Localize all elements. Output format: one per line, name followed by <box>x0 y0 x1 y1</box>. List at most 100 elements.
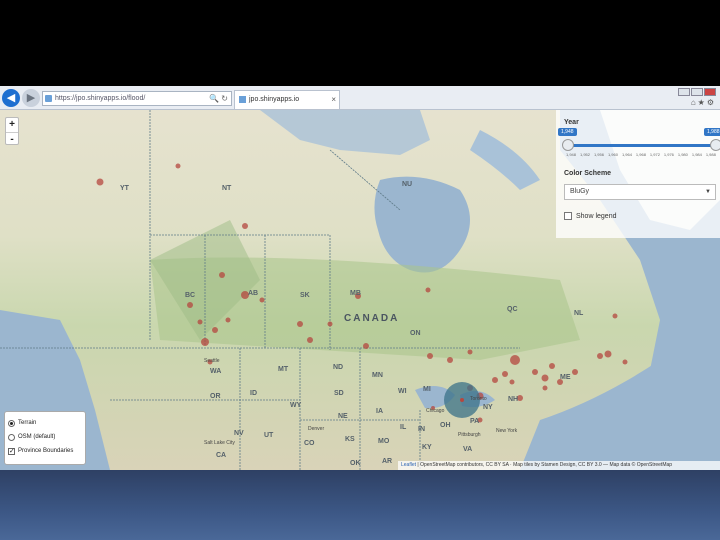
province-label: MO <box>378 438 390 445</box>
city-label: Salt Lake City <box>204 440 235 446</box>
province-label: UT <box>264 432 274 439</box>
show-legend-label: Show legend <box>576 212 617 220</box>
osm-label: OSM (default) <box>18 434 56 440</box>
control-panel: Year 1,948 1,988 1,948 1,952 1,956 1,960… <box>556 110 720 238</box>
chevron-down-icon: ▼ <box>705 189 711 195</box>
year-tick: 1,952 <box>579 152 590 157</box>
city-label: Denver <box>308 426 325 432</box>
year-slider-min-handle[interactable] <box>562 139 574 151</box>
browser-tools-icons[interactable]: ⌂★⚙ <box>691 98 716 107</box>
year-min-bubble: 1,948 <box>558 128 577 136</box>
bottom-blue-band <box>0 470 720 540</box>
zoom-control: + - <box>5 117 19 145</box>
color-scheme-select[interactable]: BluGy ▼ <box>564 184 716 200</box>
year-tick: 1,968 <box>635 152 646 157</box>
province-label: MB <box>350 290 361 297</box>
color-scheme-label: Color Scheme <box>564 170 612 177</box>
year-tick: 1,948 <box>566 152 577 157</box>
province-label: CA <box>216 452 227 459</box>
minimize-icon[interactable] <box>678 88 690 96</box>
year-tick: 1,976 <box>663 152 674 157</box>
year-max-bubble: 1,988 <box>704 128 720 136</box>
layer-option-osm[interactable]: OSM (default) <box>8 430 82 444</box>
browser-tab[interactable]: jpo.shinyapps.io × <box>234 90 340 109</box>
province-label: ON <box>410 330 421 337</box>
year-ticks: 1,948 1,952 1,956 1,960 1,964 1,968 1,97… <box>566 152 716 157</box>
close-tab-icon[interactable]: × <box>331 91 336 108</box>
tab-title: jpo.shinyapps.io <box>249 96 300 103</box>
province-label: ME <box>560 374 571 381</box>
show-legend-checkbox[interactable] <box>564 212 572 220</box>
province-label: NV <box>234 430 244 437</box>
city-label: Pittsburgh <box>458 432 481 438</box>
province-label: KS <box>345 436 355 443</box>
province-label: CO <box>304 440 315 447</box>
top-black-band <box>0 0 720 86</box>
province-label: NH <box>508 396 519 403</box>
boundaries-checkbox[interactable]: ✓ <box>8 447 15 455</box>
province-label: SK <box>300 292 310 299</box>
show-legend-row[interactable]: Show legend <box>564 212 616 220</box>
year-tick: 1,956 <box>593 152 604 157</box>
city-label: New York <box>496 428 518 434</box>
city-label: Chicago <box>426 408 445 414</box>
terrain-radio[interactable] <box>8 419 15 427</box>
year-tick: 1,960 <box>607 152 618 157</box>
province-label: IL <box>400 424 407 431</box>
window-controls <box>678 88 716 96</box>
map-view[interactable]: + - CANADA YT NT NU BC AB SK MB ON QC NL… <box>0 110 720 470</box>
province-label: NT <box>222 185 232 192</box>
province-label: WY <box>290 402 302 409</box>
leaflet-link[interactable]: Leaflet <box>401 462 416 468</box>
province-label: KY <box>422 444 432 451</box>
tab-favicon-icon <box>239 96 246 103</box>
close-window-icon[interactable] <box>704 88 716 96</box>
province-label: OK <box>350 460 361 467</box>
province-label: ID <box>250 390 257 397</box>
year-slider-fill <box>568 144 716 147</box>
layer-control: Terrain OSM (default) ✓ Province Boundar… <box>4 411 86 465</box>
province-label: QC <box>507 306 518 313</box>
layer-option-boundaries[interactable]: ✓ Province Boundaries <box>8 444 82 458</box>
year-tick: 1,964 <box>621 152 632 157</box>
province-label: OR <box>210 393 221 400</box>
province-label: SD <box>334 390 344 397</box>
year-slider[interactable] <box>562 139 720 151</box>
terrain-label: Terrain <box>18 420 37 426</box>
city-label: Seattle <box>204 358 220 364</box>
province-label: MN <box>372 372 383 379</box>
forward-arrow-icon[interactable]: ▶ <box>22 89 40 107</box>
back-arrow-icon[interactable]: ◀ <box>2 89 20 107</box>
province-label: NE <box>338 413 348 420</box>
province-label: NL <box>574 310 584 317</box>
province-label: AR <box>382 458 393 465</box>
province-label: IA <box>376 408 383 415</box>
attribution-text: | OpenStreetMap contributors, CC BY SA ·… <box>417 462 673 468</box>
zoom-in-button[interactable]: + <box>6 118 18 132</box>
year-tick: 1,984 <box>691 152 702 157</box>
province-label: MT <box>278 366 289 373</box>
boundaries-label: Province Boundaries <box>18 448 74 454</box>
osm-radio[interactable] <box>8 433 15 441</box>
country-label: CANADA <box>344 313 400 324</box>
province-label: AB <box>248 290 259 297</box>
province-label: WI <box>398 388 407 395</box>
search-refresh-icons[interactable]: 🔍 ↻ <box>209 92 228 105</box>
province-label: OH <box>440 422 451 429</box>
year-tick: 1,972 <box>649 152 660 157</box>
year-tick: 1,988 <box>705 152 716 157</box>
browser-toolbar: ◀ ▶ https://jpo.shinyapps.io/flood/ 🔍 ↻ … <box>0 86 720 110</box>
province-label: BC <box>185 292 196 299</box>
layer-option-terrain[interactable]: Terrain <box>8 416 82 430</box>
site-favicon-icon <box>45 95 52 102</box>
province-label: NU <box>402 181 413 188</box>
maximize-icon[interactable] <box>691 88 703 96</box>
map-attribution: Leaflet | OpenStreetMap contributors, CC… <box>398 461 720 470</box>
province-label: WA <box>210 368 222 375</box>
province-label: NY <box>483 404 493 411</box>
address-bar[interactable]: https://jpo.shinyapps.io/flood/ 🔍 ↻ <box>42 91 232 106</box>
province-label: MI <box>423 386 431 393</box>
province-label: IN <box>418 426 425 433</box>
year-slider-max-handle[interactable] <box>710 139 720 151</box>
zoom-out-button[interactable]: - <box>6 132 18 146</box>
